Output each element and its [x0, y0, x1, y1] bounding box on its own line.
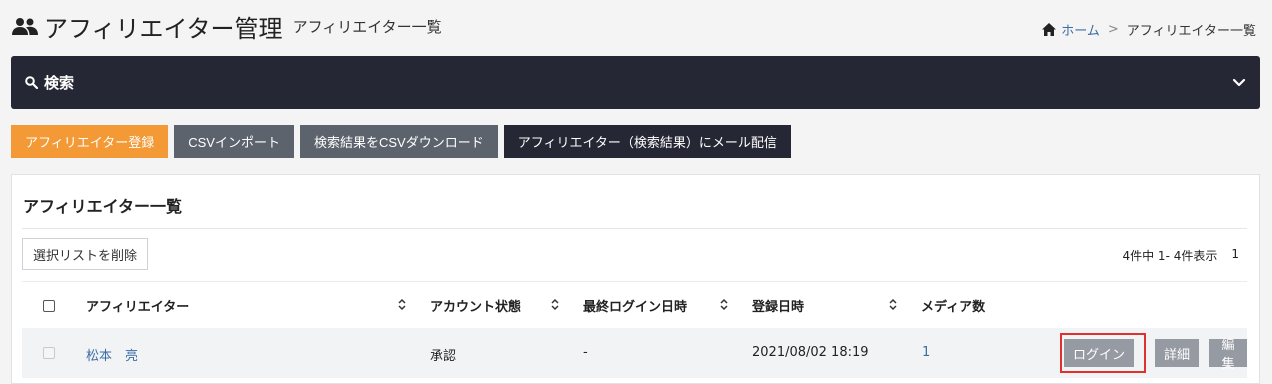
table-header: アフィリエイター アカウント状態 最終ログイン日時 登録日時 メディア数: [22, 281, 1247, 328]
breadcrumb-home-link[interactable]: ホーム: [1061, 20, 1100, 39]
home-icon: [1042, 23, 1057, 36]
people-icon: [12, 18, 38, 35]
register-affiliator-button[interactable]: アフィリエイター登録: [11, 125, 169, 158]
edit-button[interactable]: 編集: [1209, 337, 1247, 371]
search-label: 検索: [44, 74, 75, 92]
page-header: アフィリエイター管理 アフィリエイター一覧: [12, 8, 442, 44]
csv-import-button[interactable]: CSVインポート: [174, 125, 294, 158]
breadcrumb-current: アフィリエイター一覧: [1126, 24, 1256, 39]
login-button-highlight: ログイン: [1060, 333, 1146, 373]
breadcrumb-separator: >: [1107, 22, 1119, 37]
page-subtitle: アフィリエイター一覧: [292, 17, 442, 36]
registered-date: 2021/08/02 18:19: [752, 345, 869, 360]
action-button-row: アフィリエイター登録 CSVインポート 検索結果をCSVダウンロード アフィリエ…: [11, 125, 791, 158]
breadcrumb: ホーム > アフィリエイター一覧: [1042, 20, 1256, 39]
last-login: -: [583, 345, 588, 360]
search-icon: [25, 76, 38, 89]
sort-icon[interactable]: [889, 298, 897, 311]
row-checkbox[interactable]: [43, 347, 55, 359]
login-button[interactable]: ログイン: [1064, 339, 1135, 367]
sort-icon[interactable]: [551, 298, 559, 311]
sort-icon[interactable]: [398, 298, 406, 311]
sort-icon[interactable]: [720, 298, 728, 311]
column-media-count[interactable]: メディア数: [921, 296, 985, 315]
account-status: 承認: [430, 349, 457, 364]
column-last-login[interactable]: 最終ログイン日時: [583, 296, 687, 315]
column-registered[interactable]: 登録日時: [752, 296, 804, 315]
result-count: 4件中 1- 4件表示: [1122, 249, 1218, 263]
pagination: 4件中 1- 4件表示 1: [1122, 247, 1239, 264]
divider: [22, 228, 1247, 229]
mail-delivery-button[interactable]: アフィリエイター（検索結果）にメール配信: [503, 125, 791, 158]
list-title: アフィリエイター一覧: [23, 197, 183, 216]
affiliator-list-panel: アフィリエイター一覧 選択リストを削除 4件中 1- 4件表示 1 アフィリエイ…: [11, 174, 1260, 384]
search-panel-toggle[interactable]: 検索: [11, 56, 1260, 109]
csv-download-button[interactable]: 検索結果をCSVダウンロード: [299, 125, 498, 158]
detail-button[interactable]: 詳細: [1155, 339, 1200, 367]
page-number[interactable]: 1: [1231, 247, 1239, 264]
column-affiliator[interactable]: アフィリエイター: [86, 296, 189, 315]
chevron-down-icon[interactable]: [1232, 78, 1246, 88]
table-row: 松本 亮 承認 - 2021/08/02 18:19 1 ログイン 詳細 編集: [22, 328, 1247, 378]
affiliator-name-link[interactable]: 松本 亮: [86, 345, 138, 364]
page-title: アフィリエイター管理: [44, 14, 283, 43]
column-account-status[interactable]: アカウント状態: [430, 296, 521, 315]
delete-selected-button[interactable]: 選択リストを削除: [22, 238, 149, 270]
select-all-checkbox[interactable]: [43, 300, 55, 312]
media-count-link[interactable]: 1: [922, 345, 930, 360]
